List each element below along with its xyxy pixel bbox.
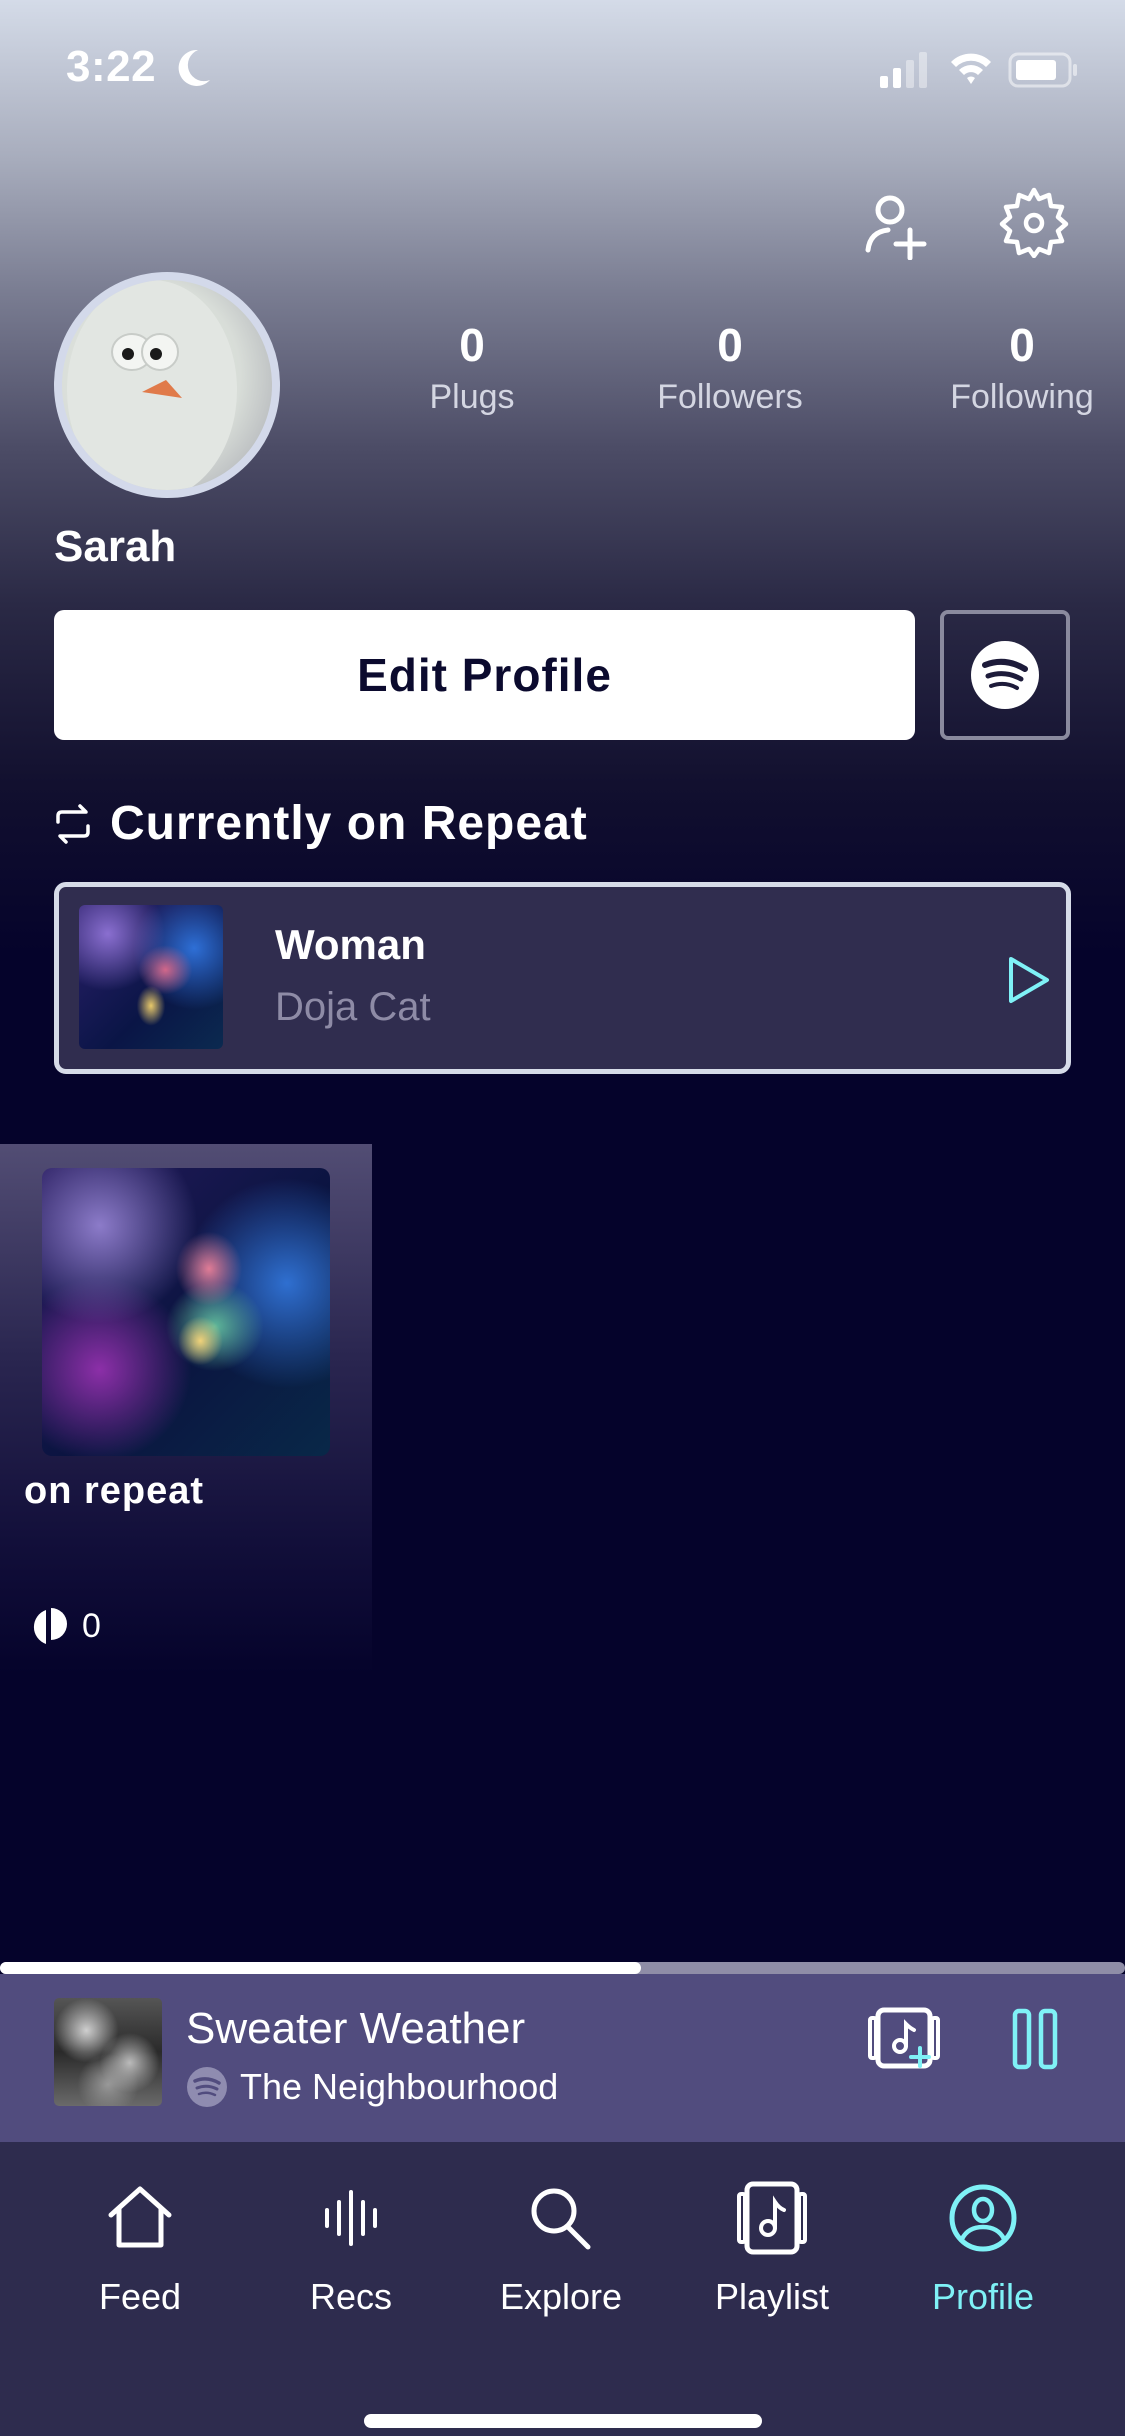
username: Sarah (54, 522, 177, 571)
playlist-cover-art (42, 1168, 330, 1456)
pause-icon[interactable] (1012, 2008, 1058, 2070)
stat-following-value: 0 (1009, 319, 1035, 371)
playlist-plug-count: 0 (28, 1606, 101, 1646)
spotify-icon (971, 641, 1039, 709)
profile-icon (949, 2184, 1017, 2252)
stat-plugs-label: Plugs (429, 378, 515, 416)
moon-icon (178, 49, 210, 86)
mini-player[interactable]: Sweater Weather The Neighbourhood (0, 1974, 1125, 2142)
home-icon (108, 2186, 172, 2248)
stat-plugs-value: 0 (459, 319, 485, 371)
repeat-icon (56, 803, 90, 844)
home-indicator[interactable] (364, 2414, 762, 2428)
playback-progress-fill (0, 1962, 642, 1974)
stat-following[interactable]: 0 Following (922, 318, 1122, 422)
tab-profile-label: Profile (931, 2276, 1035, 2317)
now-playing-title: Sweater Weather (186, 2004, 526, 2053)
search-icon (531, 2188, 591, 2250)
playlist-card[interactable]: on repeat 0 (0, 1144, 372, 1674)
now-playing-artist-row: The Neighbourhood (186, 2066, 558, 2108)
stat-following-label: Following (950, 378, 1094, 416)
stat-followers-value: 0 (717, 319, 743, 371)
settings-gear-icon[interactable] (998, 186, 1070, 258)
play-icon[interactable] (1007, 955, 1051, 1005)
stat-plugs[interactable]: 0 Plugs (372, 318, 572, 422)
spotify-icon (187, 2067, 227, 2107)
repeat-track-album-art (79, 905, 223, 1049)
add-user-icon[interactable] (860, 188, 932, 260)
playlist-name: on repeat (24, 1470, 205, 1512)
stat-followers[interactable]: 0 Followers (630, 318, 830, 422)
tab-recs-label: Recs (309, 2276, 393, 2317)
soundwave-icon (325, 2190, 377, 2246)
plug-count-value: 0 (82, 1606, 101, 1645)
plug-icon (33, 1608, 67, 1644)
repeat-track-card[interactable]: Woman Doja Cat (54, 882, 1071, 1074)
wifi-icon (951, 53, 991, 84)
tab-feed[interactable]: Feed (50, 2178, 230, 2318)
signal-icon (880, 52, 927, 88)
tab-explore-label: Explore (499, 2276, 623, 2317)
playlist-icon (737, 2181, 807, 2255)
currently-on-repeat-heading: Currently on Repeat (54, 796, 588, 851)
tab-bar: Feed Recs Explore Playlist Profile (0, 2142, 1125, 2436)
tab-recs[interactable]: Recs (261, 2178, 441, 2318)
tab-explore[interactable]: Explore (471, 2178, 651, 2318)
status-bar: 3:22 (0, 0, 1125, 135)
repeat-track-artist: Doja Cat (275, 985, 431, 1029)
now-playing-album-art (54, 1998, 162, 2106)
section-title-text: Currently on Repeat (110, 797, 588, 850)
edit-profile-button[interactable]: Edit Profile (54, 610, 915, 740)
repeat-track-title: Woman (275, 921, 426, 968)
now-playing-artist: The Neighbourhood (240, 2066, 559, 2107)
stat-followers-label: Followers (657, 378, 803, 416)
tab-playlist-label: Playlist (714, 2276, 830, 2317)
spotify-connect-button[interactable] (940, 610, 1070, 740)
avatar[interactable] (54, 272, 280, 498)
tab-playlist[interactable]: Playlist (682, 2178, 862, 2318)
playback-progress-bar[interactable] (0, 1962, 1125, 1974)
egg-character-icon (67, 280, 237, 490)
add-to-playlist-icon[interactable] (866, 2006, 942, 2070)
status-time: 3:22 (66, 42, 157, 91)
tab-profile[interactable]: Profile (893, 2178, 1073, 2318)
battery-icon (1008, 52, 1077, 88)
tab-feed-label: Feed (98, 2276, 182, 2317)
